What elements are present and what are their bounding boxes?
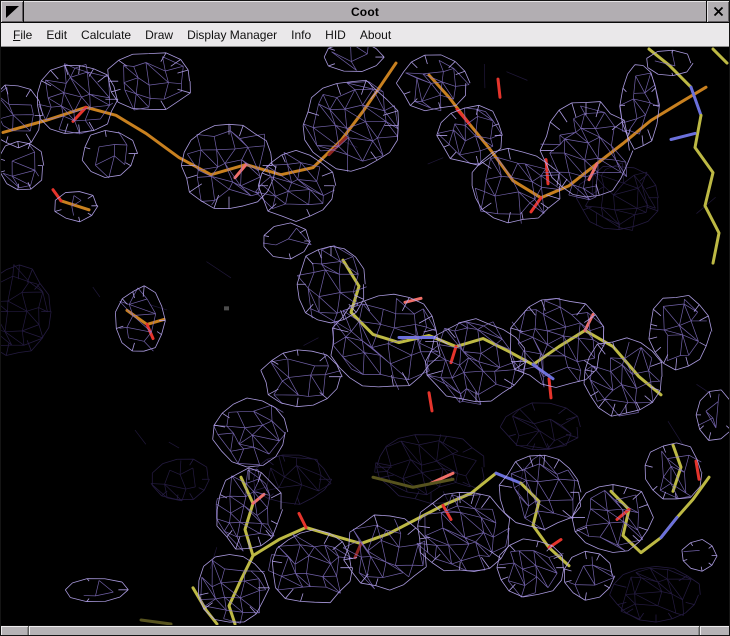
close-button[interactable]: [706, 1, 729, 22]
menu-item-about[interactable]: About: [353, 25, 398, 45]
menu-item-display-manager[interactable]: Display Manager: [180, 25, 284, 45]
statusbar: [1, 625, 729, 635]
window-menu-triangle-icon: [5, 5, 20, 19]
menubar: FileEditCalculateDrawDisplay ManagerInfo…: [1, 23, 729, 47]
statusbar-status-area: [29, 626, 700, 635]
window-title: Coot: [24, 1, 706, 22]
titlebar: Coot: [1, 1, 729, 23]
close-icon: [713, 6, 724, 17]
window-menu-button[interactable]: [1, 1, 24, 22]
menu-item-hid[interactable]: HID: [318, 25, 353, 45]
statusbar-right-cell: [700, 626, 729, 635]
density-mesh-canvas[interactable]: [1, 47, 729, 625]
menu-item-draw[interactable]: Draw: [138, 25, 180, 45]
coot-window: Coot FileEditCalculateDrawDisplay Manage…: [0, 0, 730, 636]
statusbar-resize-grip[interactable]: [1, 626, 29, 635]
menu-item-file[interactable]: File: [6, 25, 39, 45]
menu-item-info[interactable]: Info: [284, 25, 318, 45]
gl-viewport-area: [1, 47, 729, 625]
menu-item-edit[interactable]: Edit: [39, 25, 74, 45]
menu-item-calculate[interactable]: Calculate: [74, 25, 138, 45]
